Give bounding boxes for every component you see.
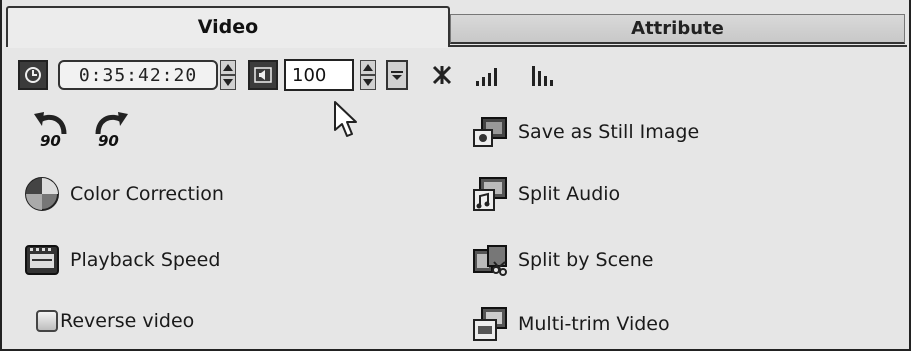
timecode-stepper[interactable] [220,60,236,90]
reverse-video-checkbox[interactable]: Reverse video [36,310,194,332]
color-wheel-icon [24,176,60,212]
color-correction-label: Color Correction [70,183,224,205]
split-audio-button[interactable]: Split Audio [472,176,620,212]
volume-stepper[interactable] [360,60,376,90]
split-by-scene-button[interactable]: Split by Scene [472,242,653,278]
tab-video[interactable]: Video [6,6,450,46]
duration-timecode[interactable]: 0:35:42:20 [58,60,218,90]
clock-icon[interactable] [18,60,48,90]
fade-out-icon[interactable] [530,62,558,88]
volume-input[interactable]: 100 [284,59,354,91]
fade-in-icon[interactable] [474,62,502,88]
color-correction-button[interactable]: Color Correction [24,176,224,212]
save-still-image-button[interactable]: Save as Still Image [472,114,699,150]
split-audio-label: Split Audio [518,183,621,205]
still-image-icon [472,114,508,150]
reverse-video-label: Reverse video [60,310,195,332]
normalize-icon[interactable] [430,62,454,88]
stepper-down-icon[interactable] [360,75,376,90]
multi-trim-video-button[interactable]: Multi-trim Video [472,306,670,342]
volume-slider-dropdown[interactable] [386,60,408,90]
mouse-cursor-icon [334,101,357,137]
stepper-down-icon[interactable] [220,75,236,90]
rotate-left-label: 90 [40,132,61,150]
rotate-right-button[interactable]: 90 [88,108,132,152]
multi-trim-icon [472,306,508,342]
split-by-scene-label: Split by Scene [518,249,654,271]
playback-speed-button[interactable]: Playback Speed [24,242,220,278]
stepper-up-icon[interactable] [220,60,236,75]
tab-bar: Attribute Video [0,0,911,48]
split-scene-icon [472,242,508,278]
film-speed-icon [24,242,60,278]
split-audio-icon [472,176,508,212]
rotate-left-button[interactable]: 90 [30,108,74,152]
speaker-icon[interactable] [248,60,278,90]
playback-speed-label: Playback Speed [70,249,221,271]
video-toolbar: 0:35:42:20 100 [18,58,898,94]
tab-video-underline-cover [8,44,448,48]
multi-trim-video-label: Multi-trim Video [518,313,670,335]
reverse-video-check[interactable] [36,310,58,332]
rotate-right-label: 90 [98,132,119,150]
tab-attribute[interactable]: Attribute [450,14,905,44]
save-still-image-label: Save as Still Image [518,121,700,143]
stepper-up-icon[interactable] [360,60,376,75]
